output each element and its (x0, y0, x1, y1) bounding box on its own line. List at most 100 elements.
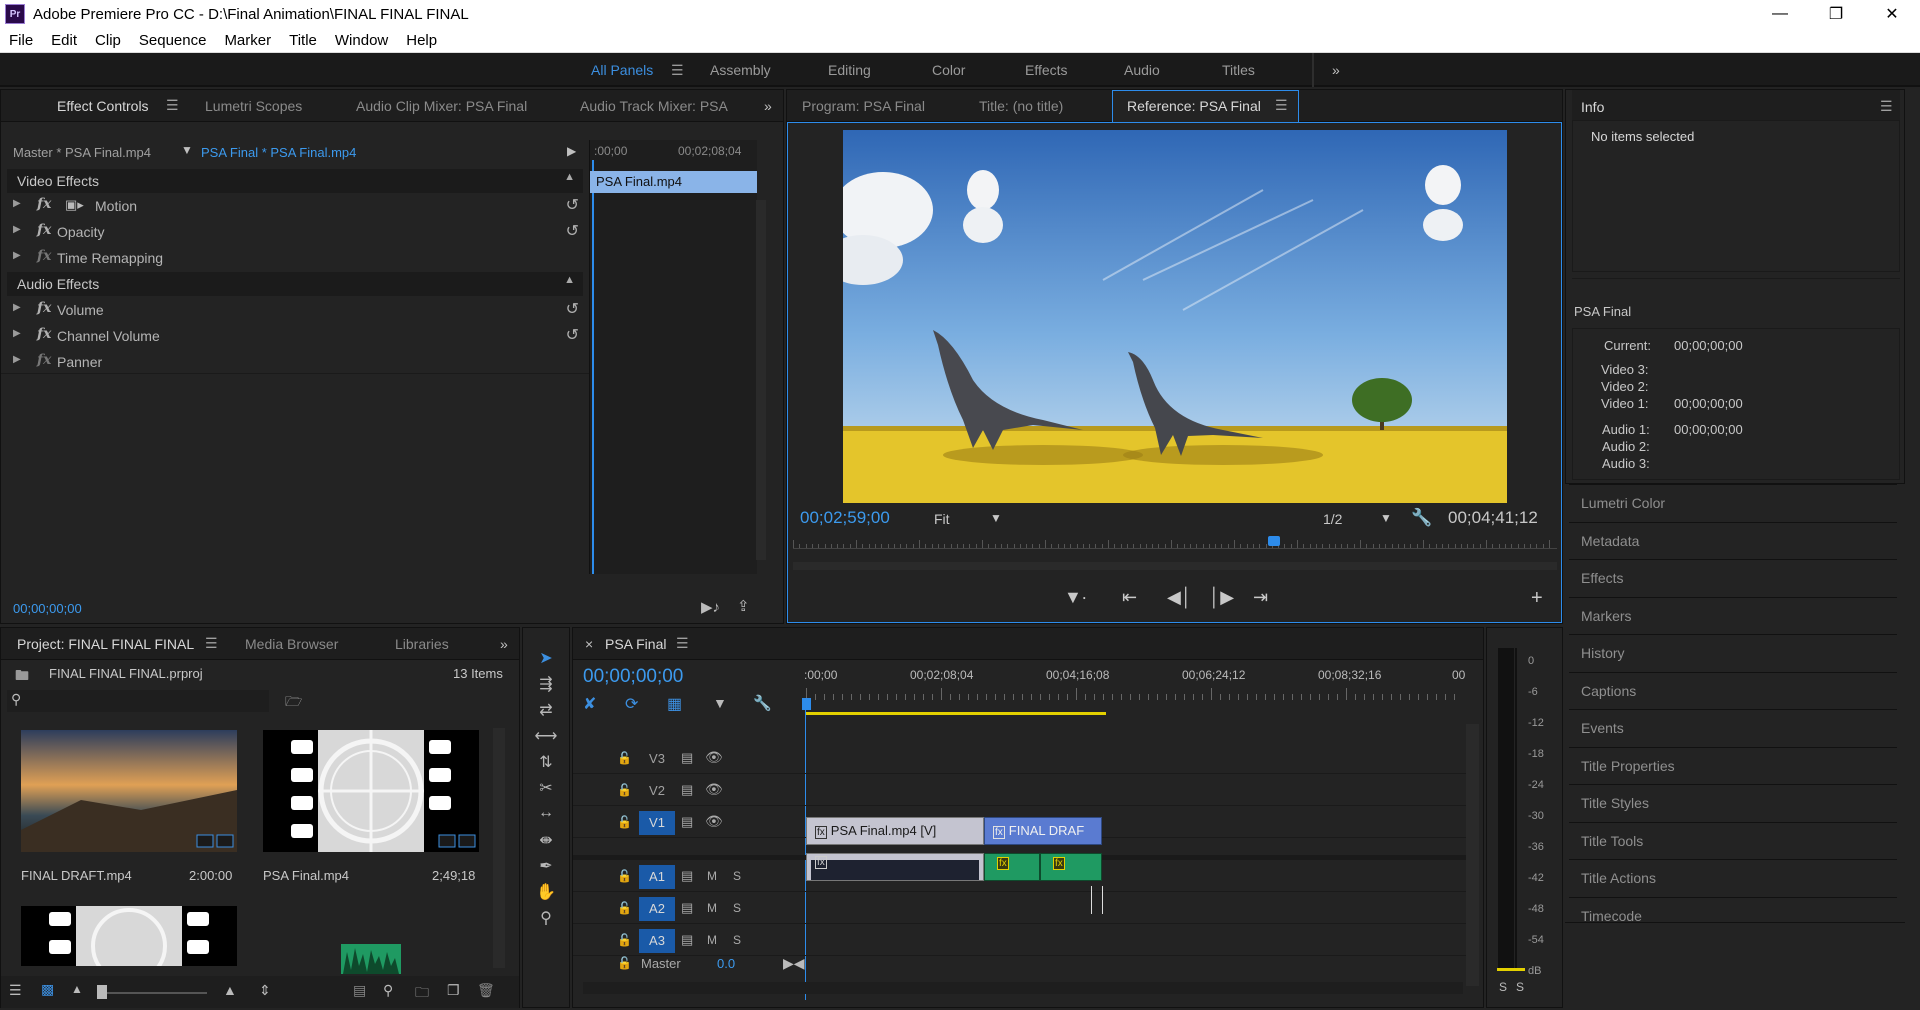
side-panel-history[interactable]: History (1569, 634, 1897, 670)
info-title[interactable]: Info (1581, 99, 1604, 115)
track-target-a3[interactable]: A3 (639, 929, 675, 953)
workspace-titles[interactable]: Titles (1222, 62, 1255, 78)
thumbnail-zoom-slider[interactable] (97, 992, 207, 994)
tab-title[interactable]: Title: (no title) (979, 98, 1063, 114)
fx-icon[interactable]: fx (37, 222, 51, 238)
button-editor-plus-icon[interactable]: + (1531, 587, 1543, 610)
side-panel-title-tools[interactable]: Title Tools (1569, 821, 1897, 858)
automate-icon[interactable]: ▤ (353, 982, 366, 999)
selection-tool-icon[interactable]: ➤ (533, 648, 559, 672)
solo-right-button[interactable]: S (1516, 980, 1524, 994)
collapse-icon[interactable]: ▲ (564, 274, 575, 286)
sequence-menu-icon[interactable]: ☰ (676, 635, 689, 652)
side-panel-captions[interactable]: Captions (1569, 671, 1897, 708)
track-target-v3[interactable]: V3 (639, 747, 675, 771)
clip-dropdown-icon[interactable]: ▼ (181, 143, 193, 157)
current-timecode[interactable]: 00;02;59;00 (800, 508, 890, 528)
side-panel-title-properties[interactable]: Title Properties (1569, 746, 1897, 783)
export-icon[interactable]: ⇪ (737, 597, 750, 615)
side-panel-markers[interactable]: Markers (1569, 596, 1897, 633)
solo-left-button[interactable]: S (1499, 980, 1507, 994)
track-target-v2[interactable]: V2 (639, 779, 675, 803)
close-button[interactable]: ✕ (1864, 0, 1920, 28)
effect-row-opacity[interactable]: ▶ fx Opacity ↺ (1, 219, 589, 245)
workspace-assembly[interactable]: Assembly (710, 62, 771, 78)
search-icon[interactable]: ⚲ (11, 691, 21, 708)
fx-icon[interactable]: fx (815, 856, 827, 869)
fit-dropdown-arrow-icon[interactable]: ▼ (990, 511, 1002, 525)
project-item-name[interactable]: PSA Final.mp4 (263, 868, 349, 883)
eye-icon[interactable]: 👁 (705, 749, 723, 766)
sync-lock-icon[interactable]: ▤ (681, 900, 693, 916)
thumbnail-audio-clip[interactable] (341, 944, 401, 974)
project-overflow-icon[interactable]: » (500, 636, 508, 652)
track-target-v1[interactable]: V1 (639, 811, 675, 835)
info-menu-icon[interactable]: ☰ (1880, 98, 1893, 115)
monitor-zoom-bar[interactable] (793, 562, 1557, 570)
side-panel-lumetri-color[interactable]: Lumetri Color (1569, 484, 1897, 520)
effect-controls-menu-icon[interactable]: ☰ (166, 97, 179, 114)
tab-project[interactable]: Project: FINAL FINAL FINAL (17, 636, 194, 652)
fx-icon[interactable]: fx (1053, 857, 1065, 870)
fx-icon[interactable]: fx (37, 300, 51, 316)
effect-row-time-remapping[interactable]: ▶ fx Time Remapping (1, 245, 589, 271)
list-view-icon[interactable]: ☰ (9, 982, 22, 999)
tab-audio-track-mixer[interactable]: Audio Track Mixer: PSA (580, 98, 728, 114)
snap-icon[interactable]: ⟳ (625, 694, 638, 714)
rate-stretch-tool-icon[interactable]: ⇅ (533, 752, 559, 776)
monitor-playhead[interactable] (1268, 536, 1281, 546)
linked-selection-icon[interactable]: ▦ (667, 694, 682, 714)
restore-button[interactable]: ❐ (1808, 0, 1864, 28)
effect-row-panner[interactable]: ▶ fx Panner (1, 349, 589, 375)
project-scrollbar[interactable] (493, 728, 505, 968)
master-lock-icon[interactable]: 🔓 (617, 956, 632, 970)
mute-button[interactable]: M (707, 869, 717, 883)
workspace-audio[interactable]: Audio (1124, 62, 1160, 78)
ripple-edit-tool-icon[interactable]: ⇄ (533, 700, 559, 724)
effect-row-volume[interactable]: ▶ fx Volume ↺ (1, 297, 589, 323)
solo-button[interactable]: S (733, 933, 741, 947)
reset-icon[interactable]: ↺ (566, 221, 579, 241)
thumbnail-clip-3[interactable] (21, 906, 237, 966)
fx-icon[interactable]: fx (815, 826, 827, 839)
clip-v1-final-draft[interactable]: fx FINAL DRAF (984, 817, 1102, 845)
zoom-out-icon[interactable]: ▲ (71, 982, 83, 996)
side-panel-effects[interactable]: Effects (1569, 559, 1897, 595)
reset-icon[interactable]: ↺ (566, 325, 579, 345)
slip-tool-icon[interactable]: ↔ (533, 804, 559, 828)
nest-icon[interactable]: ✘ (583, 694, 596, 714)
clear-icon[interactable]: 🗑 (477, 982, 495, 999)
tab-sequence[interactable]: PSA Final (605, 636, 666, 652)
track-select-tool-icon[interactable]: ⇶ (533, 674, 559, 698)
timeline-scrollbar[interactable] (1466, 724, 1479, 986)
sync-lock-icon[interactable]: ▤ (681, 932, 693, 948)
track-lock-icon[interactable]: 🔓 (617, 869, 632, 883)
track-lock-icon[interactable]: 🔓 (617, 901, 632, 915)
track-a2[interactable]: 🔓 A2 ▤ M S (573, 894, 1466, 924)
track-a3[interactable]: 🔓 A3 ▤ M S (573, 926, 1466, 956)
resolution-dropdown-arrow-icon[interactable]: ▼ (1380, 511, 1392, 525)
menu-clip[interactable]: Clip (86, 32, 130, 49)
ec-scrollbar[interactable] (756, 200, 766, 560)
side-panel-events[interactable]: Events (1569, 709, 1897, 745)
workspace-color[interactable]: Color (932, 62, 965, 78)
side-panel-title-actions[interactable]: Title Actions (1569, 859, 1897, 895)
workspace-overflow-icon[interactable]: » (1332, 62, 1340, 78)
tab-effect-controls[interactable]: Effect Controls (57, 98, 149, 114)
fx-icon[interactable]: fx (37, 248, 51, 264)
workspace-editing[interactable]: Editing (828, 62, 871, 78)
clip-a1-psa-final[interactable]: fx (806, 853, 984, 881)
mute-button[interactable]: M (707, 901, 717, 915)
expand-triangle-icon[interactable]: ▶ (13, 198, 21, 209)
solo-button[interactable]: S (733, 869, 741, 883)
fit-dropdown[interactable]: Fit (934, 511, 950, 527)
clip-v1-psa-final[interactable]: fx PSA Final.mp4 [V] (806, 817, 984, 845)
effect-row-motion[interactable]: ▶ fx ▣▸ Motion ↺ (1, 193, 589, 219)
expand-triangle-icon[interactable]: ▶ (13, 328, 21, 339)
expand-triangle-icon[interactable]: ▶ (13, 224, 21, 235)
workspace-effects[interactable]: Effects (1025, 62, 1068, 78)
track-lock-icon[interactable]: 🔓 (617, 815, 632, 829)
sync-lock-icon[interactable]: ▤ (681, 814, 693, 830)
side-panel-metadata[interactable]: Metadata (1569, 521, 1897, 558)
zoom-in-icon[interactable]: ▲ (223, 982, 237, 998)
